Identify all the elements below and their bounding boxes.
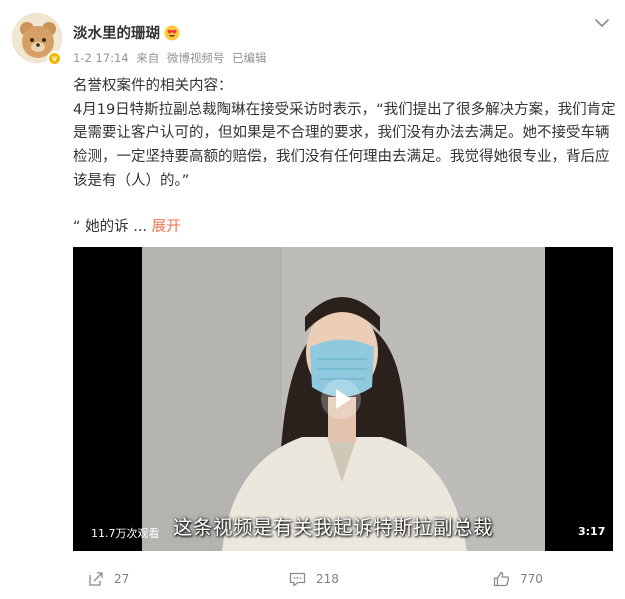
author-name[interactable]: 淡水里的珊瑚	[73, 26, 160, 42]
share-icon	[89, 572, 103, 586]
chevron-down-icon[interactable]	[594, 17, 610, 29]
source-prefix: 来自	[136, 51, 160, 65]
share-count: 27	[114, 572, 130, 586]
post-text-line: 检测，一定坚持要高额的赔偿，我们没有任何理由去满足。我觉得她很专业，背后应	[73, 149, 610, 165]
comment-button[interactable]: 218	[289, 570, 339, 588]
post-source[interactable]: 微博视频号	[167, 51, 225, 65]
post-meta: 1-2 17:14 来自 微博视频号 已编辑	[73, 50, 271, 66]
truncated-text: “ 她的诉 ... 展开	[73, 215, 181, 236]
like-button[interactable]: 770	[493, 570, 543, 588]
post-text-line: 4月19日特斯拉副总裁陶琳在接受采访时表示，“我们提出了很多解决方案，我们肯定	[73, 102, 616, 118]
post-text-line: 是需要让客户认可的，但如果是不合理的要求，我们没有办法去满足。她不接受车辆	[73, 125, 610, 141]
thumbs-up-icon	[493, 571, 510, 587]
share-button[interactable]: 27	[88, 570, 129, 588]
comment-icon	[289, 572, 306, 586]
video-subtitle: 这条视频是有关我起诉特斯拉副总裁	[173, 516, 494, 539]
edited-label[interactable]: 已编辑	[232, 51, 267, 65]
video-duration: 3:17	[578, 525, 606, 538]
play-triangle-icon	[336, 389, 351, 409]
expand-link[interactable]: 展开	[152, 219, 181, 235]
post-time[interactable]: 1-2 17:14	[73, 51, 129, 65]
author-line: 淡水里的珊瑚	[73, 22, 180, 43]
post-text-line: 名誉权案件的相关内容：	[73, 78, 233, 94]
like-count: 770	[520, 572, 543, 586]
truncated-quote: “ 她的诉 ...	[73, 219, 148, 235]
video-player[interactable]: 这条视频是有关我起诉特斯拉副总裁 11.7万次观看 3:17	[73, 247, 613, 551]
comment-count: 218	[316, 572, 339, 586]
weibo-post-card: v 淡水里的珊瑚 1-2 17:14 来自 微博视频号 已编辑 名誉权案件的相关…	[0, 0, 625, 599]
view-count: 11.7万次观看	[91, 527, 160, 540]
post-text-line: 该是有（人）的。”	[73, 173, 190, 189]
play-button-icon[interactable]	[321, 379, 361, 419]
verified-badge-icon: v	[47, 51, 62, 66]
heart-eyes-emoji-icon	[164, 25, 180, 41]
